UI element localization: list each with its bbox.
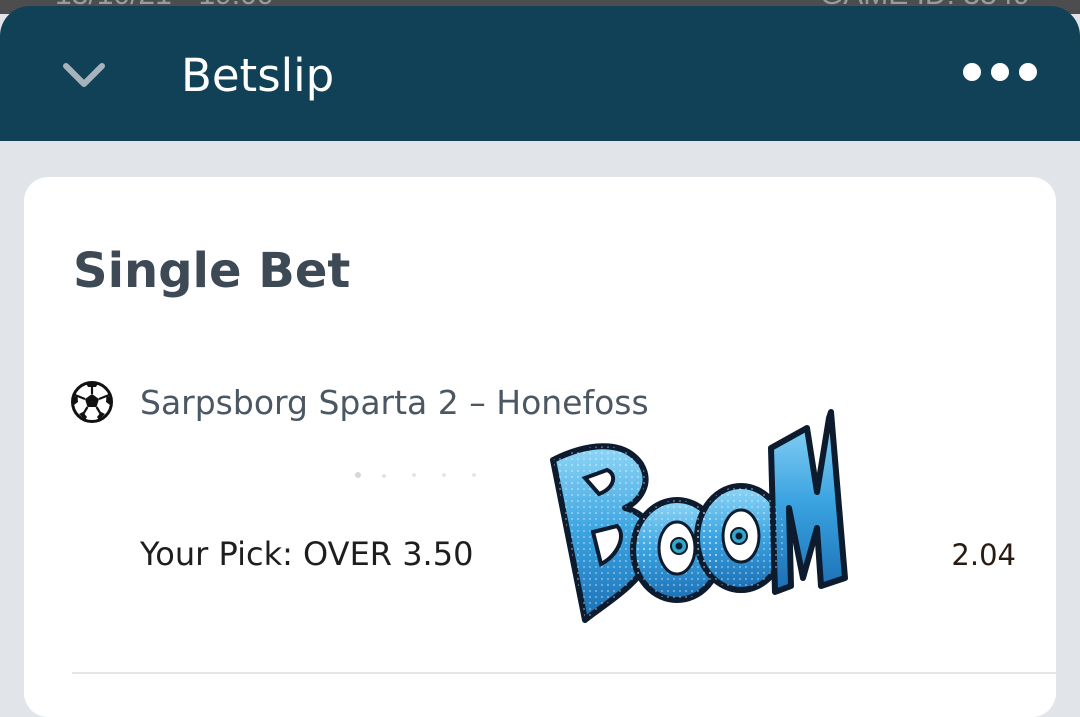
- soccer-ball-icon: [71, 381, 113, 423]
- card-divider: [72, 672, 1056, 674]
- collapse-button[interactable]: [52, 50, 116, 100]
- selected-pick: Your Pick: OVER 3.50: [140, 535, 474, 573]
- bet-type-title: Single Bet: [73, 243, 351, 299]
- pick-odds: 2.04: [951, 538, 1016, 572]
- more-options-button[interactable]: [962, 54, 1038, 94]
- faded-market-text: [355, 472, 476, 478]
- bet-card: Single Bet Sarpsborg Sparta 2 – Honefoss…: [24, 177, 1056, 717]
- more-horizontal-icon: [963, 63, 1037, 81]
- boom-sticker-icon: [550, 409, 848, 623]
- betslip-header: Betslip: [0, 6, 1080, 141]
- header-title: Betslip: [181, 49, 335, 102]
- chevron-down-icon: [63, 63, 105, 87]
